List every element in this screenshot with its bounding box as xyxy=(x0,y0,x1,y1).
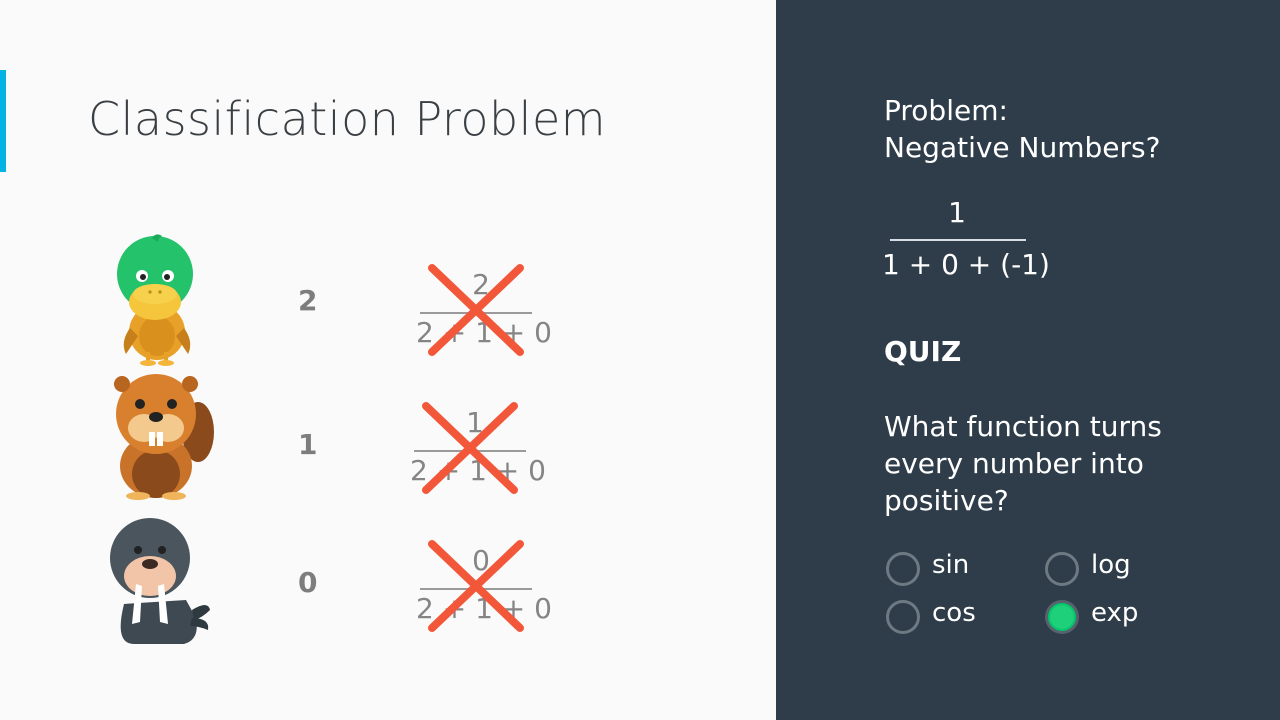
beaver-icon xyxy=(114,374,214,500)
option-label: exp xyxy=(1091,598,1139,628)
crossed-fraction: 1 2 + 1 + 0 xyxy=(410,402,546,502)
option-label: sin xyxy=(932,550,970,580)
problem-label: Problem: xyxy=(884,94,1008,127)
row-duck: 2 2 2 + 1 + 0 xyxy=(0,228,776,368)
option-label: cos xyxy=(932,598,976,628)
duck-icon xyxy=(117,234,193,366)
option-label: log xyxy=(1091,550,1131,580)
walrus-icon xyxy=(110,518,210,644)
row-value: 1 xyxy=(298,428,318,461)
fraction-denominator: 1 + 0 + (-1) xyxy=(882,248,1050,281)
radio-button-selected[interactable] xyxy=(1045,600,1079,634)
radio-button[interactable] xyxy=(1045,552,1079,586)
quiz-question: What function turns every number into po… xyxy=(884,410,1162,517)
row-value: 0 xyxy=(298,566,318,599)
accent-bar xyxy=(0,70,6,172)
cross-icon xyxy=(422,402,518,494)
problem-fraction: 1 1 + 0 + (-1) xyxy=(882,196,1050,286)
cross-icon xyxy=(428,264,524,356)
row-beaver: 1 1 2 + 1 + 0 xyxy=(0,366,776,506)
problem-statement: Problem: Negative Numbers? xyxy=(884,92,1161,166)
crossed-fraction: 0 2 + 1 + 0 xyxy=(416,540,552,640)
slide-content: Classification Problem 2 2 2 + 1 + 0 1 1… xyxy=(0,0,776,720)
quiz-panel: Problem: Negative Numbers? 1 1 + 0 + (-1… xyxy=(776,0,1280,720)
row-value: 2 xyxy=(298,284,318,317)
radio-button[interactable] xyxy=(886,600,920,634)
row-walrus: 0 0 2 + 1 + 0 xyxy=(0,506,776,646)
fraction-line xyxy=(890,239,1026,241)
fraction-numerator: 1 xyxy=(948,196,966,229)
cross-icon xyxy=(428,540,524,632)
quiz-label: QUIZ xyxy=(884,335,962,368)
radio-button[interactable] xyxy=(886,552,920,586)
problem-text: Negative Numbers? xyxy=(884,131,1161,164)
slide-title: Classification Problem xyxy=(88,92,607,146)
crossed-fraction: 2 2 + 1 + 0 xyxy=(416,264,552,364)
